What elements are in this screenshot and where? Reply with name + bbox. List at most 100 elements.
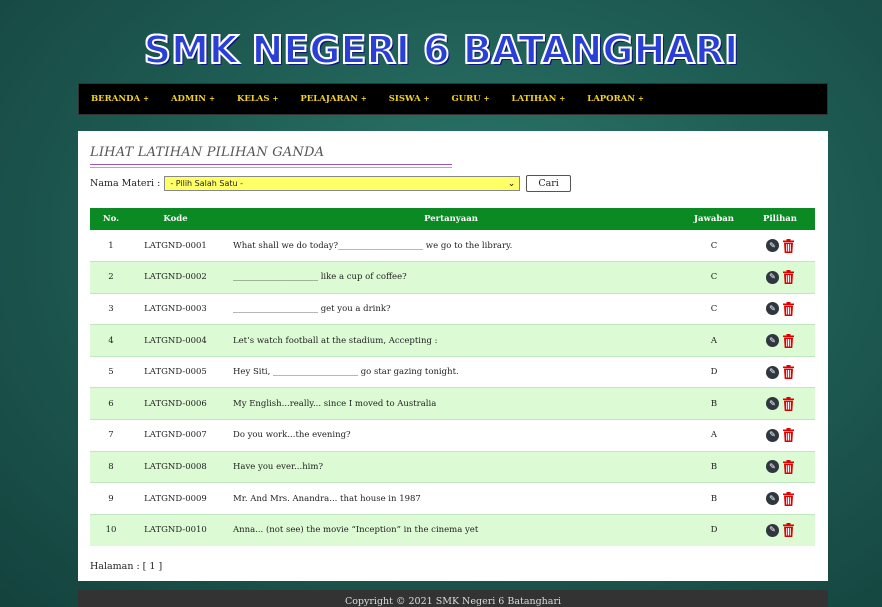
cell-jawaban: A <box>710 430 718 441</box>
nav-latihan[interactable]: LATIHAN + <box>512 94 566 104</box>
col-jawaban: Jawaban <box>694 214 734 224</box>
nav-guru[interactable]: GURU + <box>452 94 490 104</box>
filter-row: Nama Materi : - Pilih Salah Satu - ⌄ Car… <box>90 175 571 192</box>
table-row: 6 LATGND-0006 My English...really... since… <box>90 387 815 420</box>
content-panel: LIHAT LATIHAN PILIHAN GANDA Nama Materi … <box>78 131 828 581</box>
trash-icon[interactable] <box>783 459 794 474</box>
filter-label: Nama Materi : <box>90 178 161 189</box>
edit-icon[interactable]: ✎ <box>766 523 779 537</box>
cell-no: 8 <box>108 461 114 472</box>
cell-kode: LATGND-0004 <box>144 335 207 346</box>
trash-icon[interactable] <box>783 365 794 380</box>
cell-no: 1 <box>108 240 114 251</box>
latihan-table: No. Kode Pertanyaan Jawaban Pilihan 1 LAT… <box>90 208 815 546</box>
cell-kode: LATGND-0010 <box>144 525 207 536</box>
nav-pelajaran[interactable]: PELAJARAN + <box>300 94 366 104</box>
edit-icon[interactable]: ✎ <box>766 397 779 411</box>
cell-pilihan: ✎ <box>745 356 815 388</box>
trash-icon[interactable] <box>783 270 794 285</box>
materi-select-value: - Pilih Salah Satu - <box>170 179 244 188</box>
edit-icon[interactable]: ✎ <box>766 270 779 284</box>
trash-icon[interactable] <box>783 523 794 538</box>
trash-icon[interactable] <box>783 428 794 443</box>
cell-pertanyaan: Let’s watch football at the stadium, Acc… <box>233 335 438 346</box>
page-title: LIHAT LATIHAN PILIHAN GANDA <box>90 145 325 160</box>
cell-pertanyaan: Do you work...the evening? <box>233 430 351 441</box>
cell-jawaban: B <box>710 398 718 409</box>
col-pertanyaan: Pertanyaan <box>424 214 478 224</box>
edit-icon[interactable]: ✎ <box>766 239 779 253</box>
edit-icon[interactable]: ✎ <box>766 334 779 348</box>
cell-no: 9 <box>108 493 114 504</box>
cell-jawaban: D <box>710 525 718 536</box>
trash-icon[interactable] <box>783 333 794 348</box>
cell-pilihan: ✎ <box>745 451 815 483</box>
cell-no: 5 <box>108 367 114 378</box>
cell-no: 10 <box>105 525 117 536</box>
edit-icon[interactable]: ✎ <box>766 492 779 506</box>
edit-icon[interactable]: ✎ <box>766 428 779 442</box>
nav-beranda[interactable]: BERANDA + <box>91 94 149 104</box>
cell-pilihan: ✎ <box>745 262 815 294</box>
cell-jawaban: B <box>710 493 718 504</box>
school-banner: SMK NEGERI 6 BATANGHARI <box>143 27 739 73</box>
search-button[interactable]: Cari <box>526 175 571 192</box>
cell-pilihan: ✎ <box>745 514 815 546</box>
cell-pertanyaan: Have you ever...him? <box>233 461 324 472</box>
cell-kode: LATGND-0005 <box>144 367 207 378</box>
edit-icon[interactable]: ✎ <box>766 365 779 379</box>
cell-kode: LATGND-0009 <box>144 493 207 504</box>
cell-pertanyaan: ____________________ get you a drink? <box>233 303 391 314</box>
table-row: 10 LATGND-0010 Anna... (not see) the movie… <box>90 514 815 546</box>
cell-kode: LATGND-0003 <box>144 303 207 314</box>
table-row: 8 LATGND-0008 Have you ever...him? B ✎ <box>90 451 815 483</box>
cell-no: 4 <box>108 335 114 346</box>
cell-kode: LATGND-0008 <box>144 461 207 472</box>
col-pilihan: Pilihan <box>763 214 797 224</box>
cell-jawaban: A <box>710 335 718 346</box>
cell-pilihan: ✎ <box>745 388 815 420</box>
edit-icon[interactable]: ✎ <box>766 460 779 474</box>
materi-select[interactable]: - Pilih Salah Satu - ⌄ <box>164 176 521 191</box>
cell-jawaban: D <box>710 367 718 378</box>
cell-pertanyaan: Mr. And Mrs. Anandra... that house in 19… <box>233 493 421 504</box>
trash-icon[interactable] <box>783 238 794 253</box>
cell-kode: LATGND-0006 <box>144 398 207 409</box>
cell-pertanyaan: ____________________ like a cup of coffe… <box>233 272 407 283</box>
trash-icon[interactable] <box>783 301 794 316</box>
nav-laporan[interactable]: LAPORAN + <box>587 94 644 104</box>
title-underline-2 <box>90 167 452 168</box>
chevron-down-icon: ⌄ <box>507 178 516 189</box>
cell-pilihan: ✎ <box>745 230 815 262</box>
nav-kelas[interactable]: KELAS + <box>237 94 278 104</box>
nav-admin[interactable]: ADMIN + <box>171 94 215 104</box>
title-underline <box>90 164 452 165</box>
cell-jawaban: C <box>710 240 718 251</box>
table-row: 3 LATGND-0003 ____________________ get you… <box>90 293 815 325</box>
cell-jawaban: C <box>710 303 718 314</box>
cell-pilihan: ✎ <box>745 325 815 357</box>
cell-jawaban: B <box>710 461 718 472</box>
nav-siswa[interactable]: SISWA + <box>389 94 430 104</box>
trash-icon[interactable] <box>783 491 794 506</box>
cell-pertanyaan: My English...really... since I moved to … <box>233 398 437 409</box>
col-kode: Kode <box>163 214 188 224</box>
table-header-row: No. Kode Pertanyaan Jawaban Pilihan <box>90 208 815 230</box>
table-row: 9 LATGND-0009 Mr. And Mrs. Anandra... that… <box>90 483 815 515</box>
cell-pilihan: ✎ <box>745 420 815 452</box>
table-row: 4 LATGND-0004 Let’s watch football at the … <box>90 324 815 357</box>
cell-no: 2 <box>108 272 114 283</box>
cell-no: 3 <box>108 303 114 314</box>
pagination: Halaman : [ 1 ] <box>90 561 163 572</box>
edit-icon[interactable]: ✎ <box>766 302 779 316</box>
cell-kode: LATGND-0002 <box>144 272 207 283</box>
table-row: 5 LATGND-0005 Hey Siti, __________________… <box>90 356 815 388</box>
cell-pilihan: ✎ <box>745 483 815 515</box>
col-no: No. <box>102 214 120 224</box>
cell-jawaban: C <box>710 272 718 283</box>
cell-kode: LATGND-0001 <box>144 240 207 251</box>
table-row: 1 LATGND-0001 What shall we do today?_____… <box>90 230 815 262</box>
table-row: 2 LATGND-0002 ____________________ like a … <box>90 261 815 294</box>
trash-icon[interactable] <box>783 396 794 411</box>
cell-pertanyaan: Hey Siti, ____________________ go star g… <box>233 367 459 378</box>
